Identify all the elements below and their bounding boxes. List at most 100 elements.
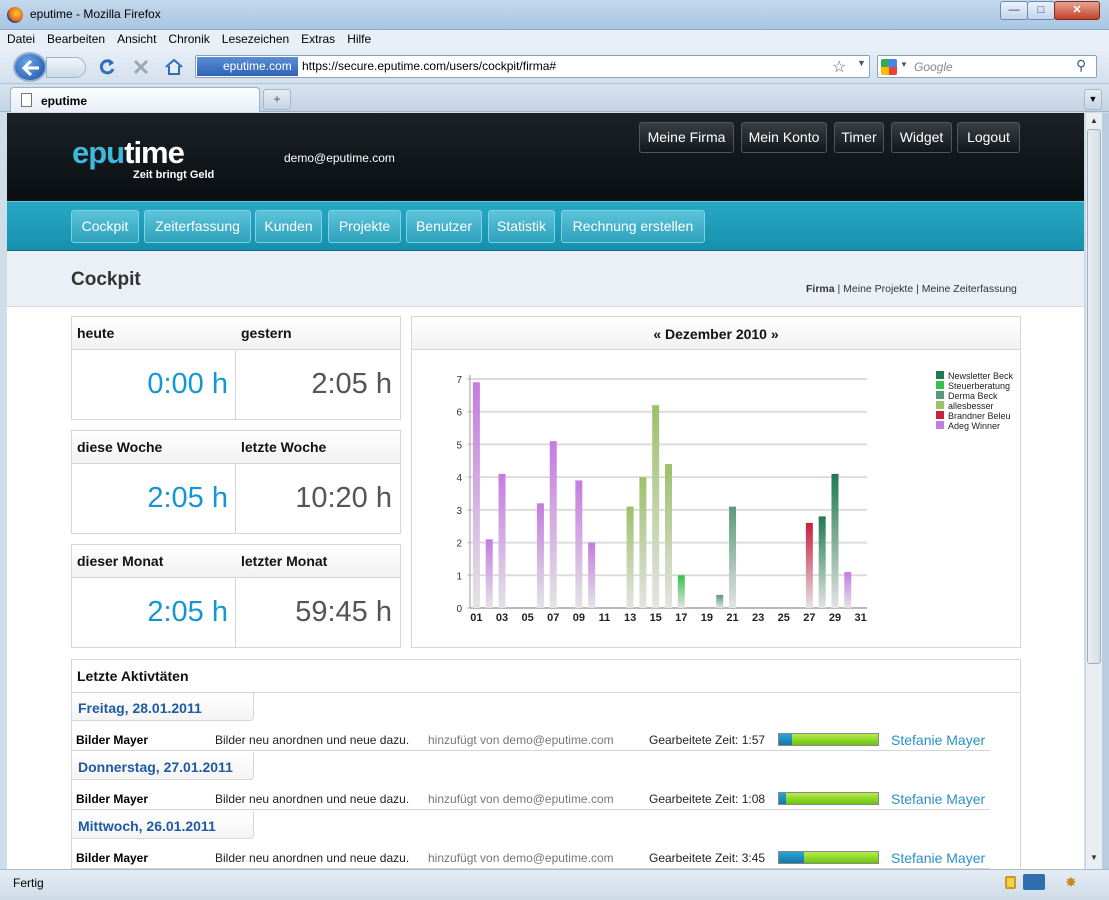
menu-chronik[interactable]: Chronik xyxy=(161,30,214,50)
x-tick-label: 15 xyxy=(650,612,662,624)
maximize-button[interactable]: □ xyxy=(1027,1,1055,20)
extension-icon[interactable]: ✸ xyxy=(1065,874,1081,890)
menu-ansicht[interactable]: Ansicht xyxy=(110,30,161,50)
activity-row: Bilder Mayer Bilder neu anordnen und neu… xyxy=(72,724,990,751)
widget-button[interactable]: Widget xyxy=(891,122,952,153)
chart-month-nav[interactable]: « Dezember 2010 » xyxy=(412,326,1020,342)
x-tick-label: 01 xyxy=(470,612,482,624)
mein-konto-button[interactable]: Mein Konto xyxy=(741,122,827,153)
menu-datei[interactable]: Datei xyxy=(0,30,40,50)
x-tick-label: 19 xyxy=(701,612,713,624)
tab-list-button[interactable]: ▼ xyxy=(1084,89,1102,110)
url-text[interactable]: https://secure.eputime.com/users/cockpit… xyxy=(302,59,556,73)
forward-button[interactable] xyxy=(46,57,86,78)
stat-value-yesterday: 2:05 h xyxy=(311,368,392,400)
activity-added-by: hinzufügt von demo@eputime.com xyxy=(428,792,614,806)
scroll-up-icon[interactable]: ▲ xyxy=(1088,116,1100,128)
chart-bar xyxy=(729,506,737,608)
page-icon xyxy=(21,93,32,107)
window-edge xyxy=(1102,113,1109,869)
logout-button[interactable]: Logout xyxy=(957,122,1020,153)
close-window-button[interactable]: ✕ xyxy=(1054,1,1100,20)
url-dropdown-icon[interactable]: ▼ xyxy=(857,58,866,68)
vertical-scrollbar[interactable]: ▲ ▼ xyxy=(1085,113,1102,869)
bookmark-star-icon[interactable]: ☆ xyxy=(832,57,846,77)
nav-benutzer[interactable]: Benutzer xyxy=(406,210,482,243)
subnav-firma[interactable]: Firma xyxy=(806,283,835,295)
x-tick-label: 17 xyxy=(675,612,687,624)
activity-worked-time: Gearbeitete Zeit: 3:45 xyxy=(649,851,766,865)
y-tick-label: 4 xyxy=(456,473,462,484)
nav-cockpit[interactable]: Cockpit xyxy=(71,210,139,243)
subnav-meine-projekte[interactable]: Meine Projekte xyxy=(843,283,913,295)
x-tick-label: 21 xyxy=(726,612,738,624)
activity-user-link[interactable]: Stefanie Mayer xyxy=(891,732,985,748)
eputime-logo[interactable]: eputime xyxy=(72,135,185,171)
x-tick-label: 05 xyxy=(522,612,534,624)
engine-dropdown-icon[interactable]: ▼ xyxy=(900,60,908,69)
site-header: eputime Zeit bringt Geld demo@eputime.co… xyxy=(7,113,1084,201)
scrollbar-thumb[interactable] xyxy=(1087,129,1101,664)
site-identity-label: eputime.com xyxy=(223,59,292,73)
stop-icon[interactable] xyxy=(131,57,151,77)
legend-swatch xyxy=(936,391,944,399)
chart-bar xyxy=(485,539,493,608)
menu-extras[interactable]: Extras xyxy=(294,30,340,50)
addon-icon[interactable] xyxy=(1023,874,1045,890)
slogan: Zeit bringt Geld xyxy=(133,169,215,181)
activity-row: Bilder Mayer Bilder neu anordnen und neu… xyxy=(72,842,990,869)
site-identity-button[interactable]: eputime.com xyxy=(197,57,298,76)
nav-kunden[interactable]: Kunden xyxy=(255,210,322,243)
activity-user-link[interactable]: Stefanie Mayer xyxy=(891,791,985,807)
x-tick-label: 25 xyxy=(778,612,790,624)
minimize-button[interactable]: — xyxy=(1000,1,1028,20)
recent-activities-panel: Letzte Aktivtäten Freitag, 28.01.2011 Bi… xyxy=(71,659,1021,869)
search-placeholder[interactable]: Google xyxy=(914,60,953,74)
back-button[interactable] xyxy=(13,52,47,82)
chart-bar xyxy=(665,464,672,608)
y-tick-label: 2 xyxy=(456,539,462,550)
activity-description: Bilder neu anordnen und neue dazu. xyxy=(215,851,410,865)
home-icon[interactable] xyxy=(164,57,184,77)
menu-lesezeichen[interactable]: Lesezeichen xyxy=(215,30,294,50)
stat-value-this-month: 2:05 h xyxy=(147,596,228,628)
activity-day: Freitag, 28.01.2011 Bilder Mayer Bilder … xyxy=(72,693,1020,752)
y-tick-label: 3 xyxy=(456,506,462,517)
y-tick-label: 7 xyxy=(456,375,462,386)
nav-zeiterfassung[interactable]: Zeiterfassung xyxy=(144,210,251,243)
activity-row: Bilder Mayer Bilder neu anordnen und neu… xyxy=(72,783,990,810)
legend-swatch xyxy=(936,401,944,409)
subnav-meine-zeiterfassung[interactable]: Meine Zeiterfassung xyxy=(922,283,1017,295)
day-header: Mittwoch, 26.01.2011 xyxy=(72,811,254,839)
day-date: Donnerstag, 27.01.2011 xyxy=(78,759,233,775)
new-tab-button[interactable]: + xyxy=(263,89,291,110)
page-title: Cockpit xyxy=(71,269,141,290)
tab-eputime[interactable]: eputime xyxy=(10,87,260,112)
day-header: Donnerstag, 27.01.2011 xyxy=(72,752,254,780)
search-magnifier-icon[interactable]: ⚲ xyxy=(1076,57,1086,74)
chart-bar xyxy=(549,441,557,608)
nav-rechnung-erstellen[interactable]: Rechnung erstellen xyxy=(561,210,705,243)
nav-projekte[interactable]: Projekte xyxy=(328,210,401,243)
menu-hilfe[interactable]: Hilfe xyxy=(340,30,376,50)
menu-bearbeiten[interactable]: Bearbeiten xyxy=(40,30,110,50)
address-bar[interactable]: eputime.com https://secure.eputime.com/u… xyxy=(195,55,870,78)
chart-bar xyxy=(575,480,583,608)
timer-button[interactable]: Timer xyxy=(834,122,884,153)
subnav-separator: | xyxy=(834,283,844,295)
lock-icon[interactable] xyxy=(1005,876,1016,889)
meine-firma-button[interactable]: Meine Firma xyxy=(639,122,734,153)
reload-icon[interactable] xyxy=(97,57,117,77)
google-icon[interactable] xyxy=(881,59,897,75)
activity-user-link[interactable]: Stefanie Mayer xyxy=(891,850,985,866)
tab-title: eputime xyxy=(41,94,88,108)
nav-statistik[interactable]: Statistik xyxy=(488,210,555,243)
stat-header: diese Woche letzte Woche xyxy=(72,431,400,464)
chart-header: « Dezember 2010 » xyxy=(412,317,1020,350)
x-tick-label: 03 xyxy=(496,612,508,624)
search-bar[interactable]: ▼ Google ⚲ xyxy=(877,55,1097,78)
legend-swatch xyxy=(936,381,944,389)
legend-label: Adeg Winner xyxy=(948,421,1000,431)
stat-header: dieser Monat letzter Monat xyxy=(72,545,400,578)
scroll-down-icon[interactable]: ▼ xyxy=(1088,853,1100,865)
